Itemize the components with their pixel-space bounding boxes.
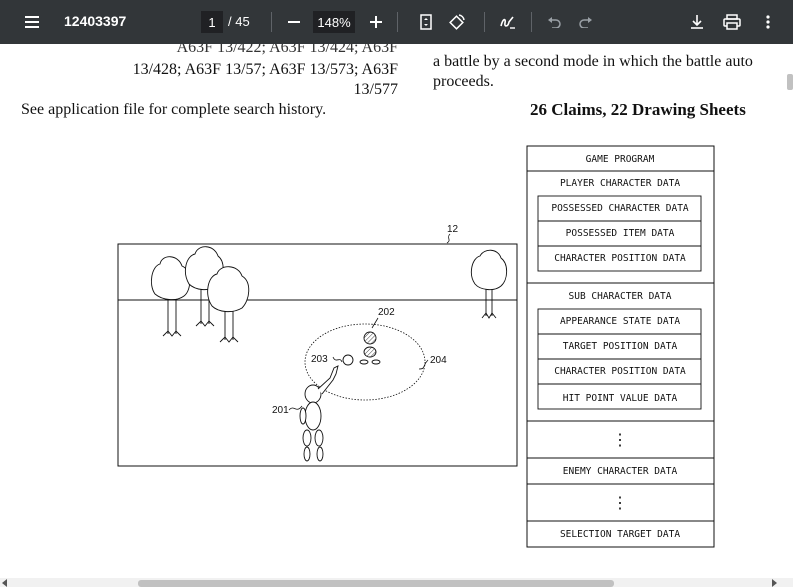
menu-icon[interactable] [22,12,42,32]
selection-target-data-label: SELECTION TARGET DATA [560,529,680,540]
toolbar-divider [271,12,272,32]
ref-label-player: 201 [272,405,289,416]
ref-label-screen: 12 [447,224,459,235]
enemy-character-data-label: ENEMY CHARACTER DATA [563,466,678,477]
ref-label-item: 203 [311,354,328,365]
toolbar-divider [397,12,398,32]
pdf-toolbar: 12403397 1 / 45 148% [0,0,793,44]
possessed-item-data-label: POSSESSED ITEM DATA [566,228,675,239]
player-character-data-label: PLAYER CHARACTER DATA [560,178,680,189]
patent-figure: 12 204 202 203 201 GAME PROGRAM PLAYER C… [117,145,715,548]
zoom-level-input[interactable]: 148% [313,11,355,33]
download-icon[interactable] [687,12,707,32]
thrown-item [342,354,354,366]
document-title: 12403397 [64,13,127,29]
draw-icon[interactable] [498,12,518,32]
zoom-out-icon[interactable] [284,12,304,32]
print-icon[interactable] [722,12,742,32]
sub-character [359,331,381,365]
undo-icon[interactable] [544,12,564,32]
ref-label-sub: 202 [378,307,395,318]
target-position-data-label: TARGET POSITION DATA [563,341,678,352]
sub-character-data-label: SUB CHARACTER DATA [569,291,672,302]
toolbar-divider [484,12,485,32]
rotate-icon[interactable] [447,12,467,32]
pdf-page: A63F 13/422; A63F 13/424; A63F 13/428; A… [0,44,793,587]
ellipsis-1: ⋮ [612,430,628,449]
appearance-state-data-label: APPEARANCE STATE DATA [560,316,680,327]
current-page-input[interactable]: 1 [201,11,223,33]
redo-icon[interactable] [576,12,596,32]
more-icon[interactable] [758,12,778,32]
character-position-data-label: CHARACTER POSITION DATA [554,253,686,264]
page-total: / 45 [228,14,250,29]
ellipsis-2: ⋮ [612,493,628,512]
toolbar-divider [531,12,532,32]
ref-label-area: 204 [430,355,447,366]
horizontal-scrollbar-thumb[interactable] [138,580,614,587]
vertical-scrollbar-thumb[interactable] [787,74,793,90]
data-structure-diagram: GAME PROGRAM PLAYER CHARACTER DATA POSSE… [526,145,715,548]
game-program-label: GAME PROGRAM [586,154,655,165]
player-character [299,365,339,462]
hit-point-value-data-label: HIT POINT VALUE DATA [563,393,678,404]
zoom-in-icon[interactable] [366,12,386,32]
fit-page-icon[interactable] [416,12,436,32]
possessed-character-data-label: POSSESSED CHARACTER DATA [551,203,689,214]
scroll-right-arrow-icon[interactable] [772,579,777,587]
scroll-left-arrow-icon[interactable] [2,579,7,587]
sub-character-position-data-label: CHARACTER POSITION DATA [554,366,686,377]
tree-group [150,246,508,343]
